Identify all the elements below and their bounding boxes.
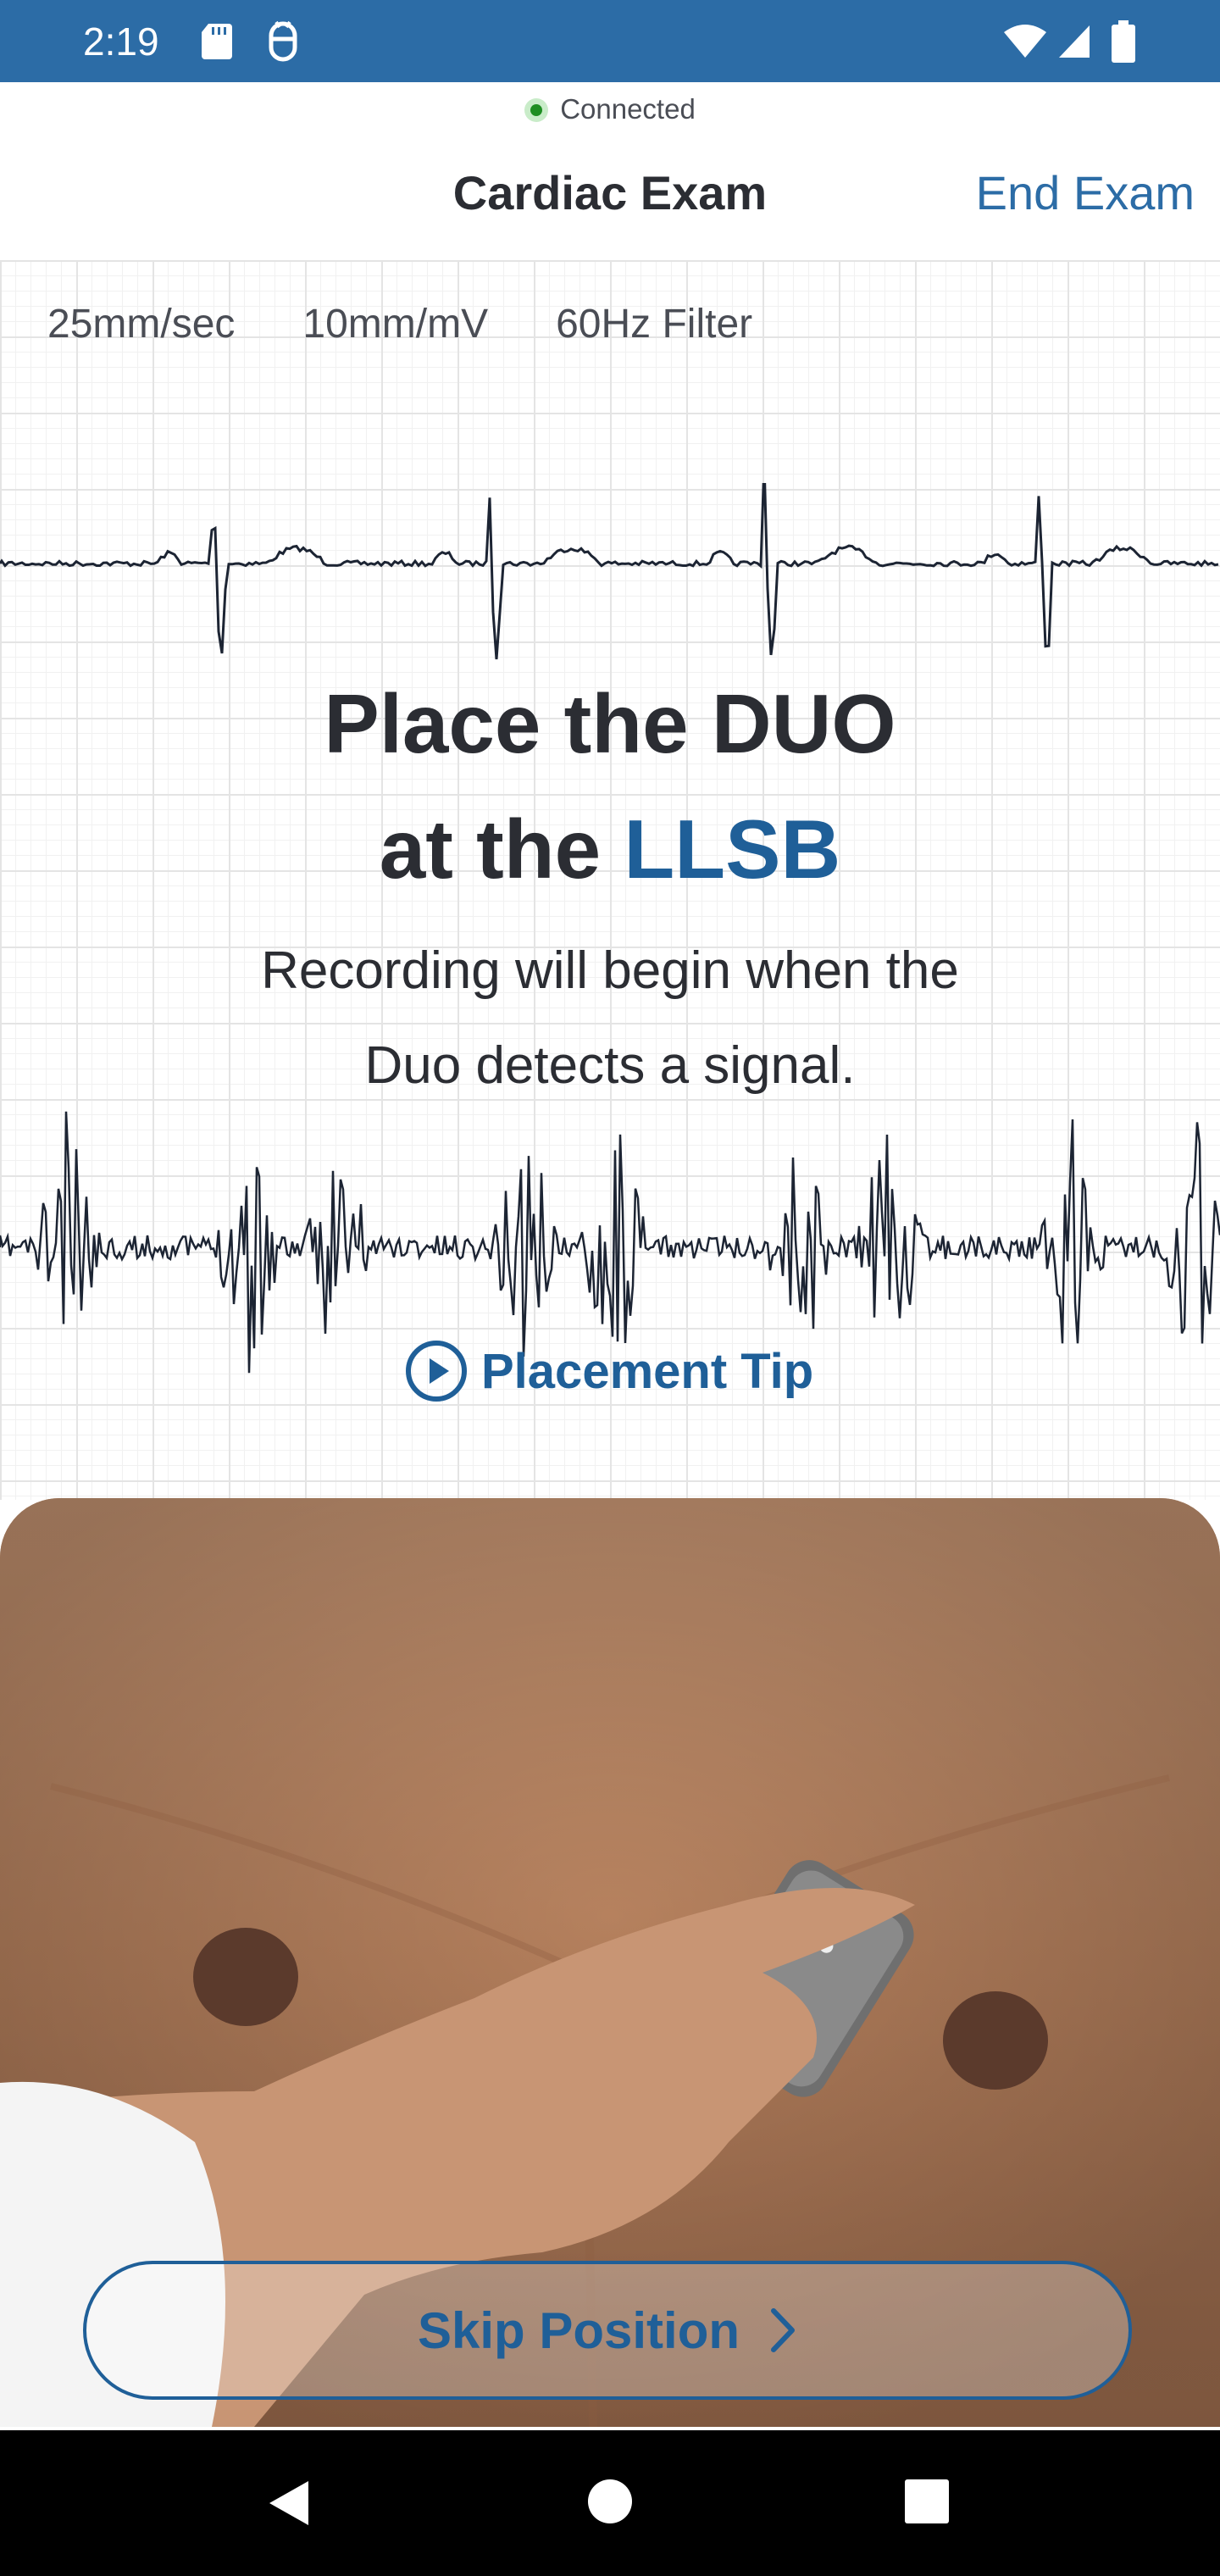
recents-icon[interactable] bbox=[905, 2479, 949, 2523]
connected-indicator-icon bbox=[524, 98, 549, 122]
ecg-settings: 25mm/sec 10mm/mV 60Hz Filter bbox=[47, 301, 820, 347]
navigation-bar bbox=[0, 2430, 1220, 2576]
position-name: LLSB bbox=[624, 802, 841, 896]
subtitle-line1: Recording will begin when the bbox=[261, 941, 959, 1000]
end-exam-button[interactable]: End Exam bbox=[976, 165, 1195, 220]
placement-tip-label: Placement Tip bbox=[481, 1343, 814, 1399]
skip-position-label: Skip Position bbox=[417, 2301, 740, 2359]
sd-card-icon bbox=[202, 24, 232, 59]
placement-tip-button[interactable]: Placement Tip bbox=[405, 1336, 813, 1406]
gain-label: 10mm/mV bbox=[302, 302, 489, 347]
instruction-prefix: at the bbox=[379, 802, 624, 896]
home-icon[interactable] bbox=[586, 2478, 634, 2525]
wifi-icon bbox=[1004, 25, 1046, 58]
connection-label: Connected bbox=[560, 93, 696, 125]
battery-icon bbox=[1112, 20, 1135, 63]
instruction-line2: at the LLSB bbox=[0, 786, 1220, 912]
instruction-subtitle: Recording will begin when the Duo detect… bbox=[0, 924, 1220, 1113]
ecg-waveform bbox=[0, 483, 1219, 660]
android-debug-icon bbox=[269, 20, 297, 62]
instruction-line1: Place the DUO bbox=[324, 677, 896, 770]
back-icon[interactable] bbox=[264, 2478, 315, 2529]
instruction-heading: Place the DUO at the LLSB bbox=[0, 661, 1220, 912]
header: Cardiac Exam End Exam bbox=[0, 161, 1220, 229]
filter-label: 60Hz Filter bbox=[556, 302, 753, 347]
signal-icon bbox=[1059, 25, 1090, 58]
skip-position-button[interactable]: Skip Position bbox=[83, 2261, 1132, 2400]
status-time: 2:19 bbox=[83, 19, 159, 64]
chevron-right-icon bbox=[771, 2308, 796, 2352]
connection-status: Connected bbox=[0, 93, 1220, 125]
status-bar: 2:19 bbox=[0, 0, 1220, 82]
play-circle-icon bbox=[406, 1341, 467, 1402]
paper-speed-label: 25mm/sec bbox=[47, 302, 236, 347]
subtitle-line2: Duo detects a signal. bbox=[364, 1036, 856, 1095]
